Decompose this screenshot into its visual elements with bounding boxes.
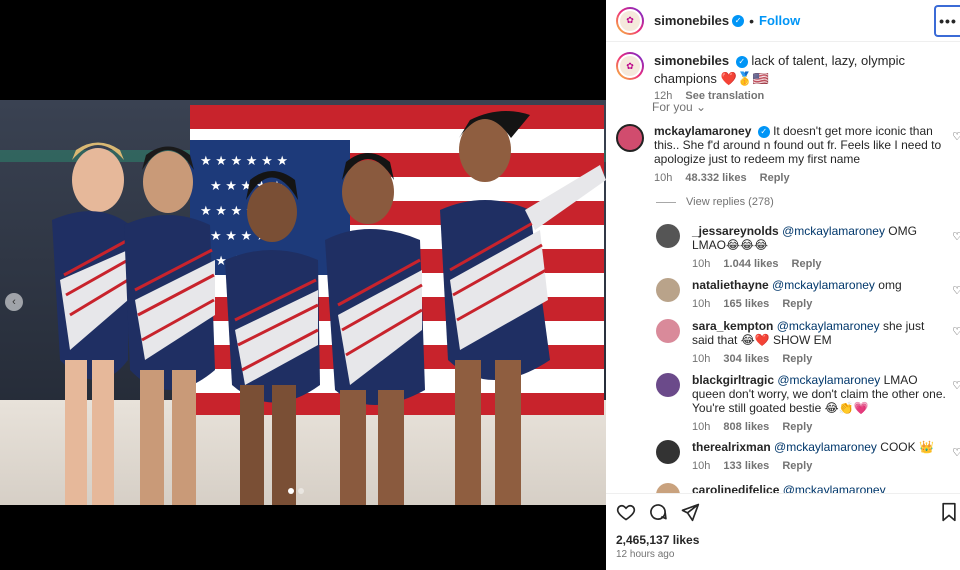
comment: nataliethayne @mckaylamaroney omg 10h 16… bbox=[656, 278, 960, 310]
comment-time: 10h bbox=[692, 353, 711, 365]
comment-meta: 10h 1.044 likes Reply bbox=[692, 258, 956, 270]
post-actions: 2,465,137 likes 12 hours ago bbox=[606, 493, 960, 570]
more-options-icon[interactable]: ••• bbox=[934, 5, 960, 37]
action-icons bbox=[616, 502, 700, 525]
comment: therealrixman @mckaylamaroney COOK 👑 10h… bbox=[656, 440, 960, 472]
comment-text: nataliethayne @mckaylamaroney omg bbox=[692, 278, 946, 292]
verified-icon: ✓ bbox=[732, 14, 745, 27]
comment-time: 10h bbox=[692, 298, 711, 310]
post-side-panel: ✿ simonebiles ✓ • Follow ••• ✿ simonebil… bbox=[606, 0, 960, 570]
comment: mckaylamaroney ✓ It doesn't get more ico… bbox=[616, 124, 960, 184]
for-you-dropdown[interactable]: For you ⌄ bbox=[652, 100, 706, 114]
carousel-dots bbox=[288, 488, 304, 494]
caption-username[interactable]: simonebiles bbox=[654, 53, 729, 68]
comment-time: 10h bbox=[692, 258, 711, 270]
reply-button[interactable]: Reply bbox=[782, 298, 812, 310]
comment-username[interactable]: blackgirltragic bbox=[692, 373, 774, 387]
carousel-dot bbox=[298, 488, 304, 494]
dot-separator: • bbox=[749, 12, 755, 29]
comment-meta: 10h 304 likes Reply bbox=[692, 353, 956, 365]
comment-time: 10h bbox=[692, 421, 711, 433]
comment-meta: 10h 808 likes Reply bbox=[692, 421, 956, 433]
comment-text: therealrixman @mckaylamaroney COOK 👑 bbox=[692, 440, 946, 454]
follow-button[interactable]: Follow bbox=[759, 13, 800, 28]
reply-button[interactable]: Reply bbox=[782, 353, 812, 365]
reply-button[interactable]: Reply bbox=[792, 258, 822, 270]
carousel-dot bbox=[288, 488, 294, 494]
post-header: ✿ simonebiles ✓ • Follow ••• bbox=[606, 0, 960, 42]
comment-mention[interactable]: @mckaylamaroney bbox=[772, 278, 875, 292]
comment-likes[interactable]: 808 likes bbox=[723, 421, 769, 433]
likes-count[interactable]: 2,465,137 likes bbox=[616, 533, 699, 547]
caption-text: simonebiles ✓ lack of talent, lazy, olym… bbox=[654, 52, 956, 88]
bookmark-icon[interactable] bbox=[940, 502, 958, 525]
comment-mention[interactable]: @mckaylamaroney bbox=[782, 224, 885, 238]
team-usa-photo: ★ ★ ★ ★ ★ ★ ★ ★ ★ ★ ★ ★ ★ ★ ★ ★ ★ ★ ★ ★ … bbox=[0, 100, 606, 505]
comment-meta: 10h 165 likes Reply bbox=[692, 298, 956, 310]
comment: sara_kempton @mckaylamaroney she just sa… bbox=[656, 319, 960, 365]
comment-likes[interactable]: 304 likes bbox=[723, 353, 769, 365]
comment-meta: 10h 133 likes Reply bbox=[692, 460, 956, 472]
comment-text: blackgirltragic @mckaylamaroney LMAO que… bbox=[692, 373, 946, 415]
chevron-down-icon: ⌄ bbox=[696, 100, 707, 114]
comment-username[interactable]: _jessareynolds bbox=[692, 224, 779, 238]
comment-likes[interactable]: 48.332 likes bbox=[685, 172, 746, 184]
for-you-label: For you bbox=[652, 100, 693, 114]
heart-icon[interactable]: ♡ bbox=[952, 446, 960, 459]
reply-button[interactable]: Reply bbox=[782, 421, 812, 433]
comment-mention[interactable]: @mckaylamaroney bbox=[774, 440, 877, 454]
comment-text: _jessareynolds @mckaylamaroney OMG LMAO😂… bbox=[692, 224, 946, 252]
comment-time: 10h bbox=[692, 460, 711, 472]
view-replies-button[interactable]: View replies (278) bbox=[656, 196, 774, 208]
comment-body: COOK 👑 bbox=[880, 440, 934, 454]
heart-icon[interactable]: ♡ bbox=[952, 230, 960, 243]
avatar[interactable] bbox=[656, 440, 680, 464]
caption: ✿ simonebiles ✓ lack of talent, lazy, ol… bbox=[616, 52, 956, 102]
reply-button[interactable]: Reply bbox=[782, 460, 812, 472]
comment-time: 10h bbox=[654, 172, 673, 184]
comment: _jessareynolds @mckaylamaroney OMG LMAO😂… bbox=[656, 224, 960, 270]
avatar[interactable] bbox=[656, 319, 680, 343]
svg-text:★ ★ ★ ★ ★ ★: ★ ★ ★ ★ ★ ★ bbox=[200, 153, 288, 168]
post-photo[interactable]: ★ ★ ★ ★ ★ ★ ★ ★ ★ ★ ★ ★ ★ ★ ★ ★ ★ ★ ★ ★ … bbox=[0, 100, 606, 505]
heart-icon[interactable]: ♡ bbox=[952, 284, 960, 297]
comment-likes[interactable]: 133 likes bbox=[723, 460, 769, 472]
comment-mention[interactable]: @mckaylamaroney bbox=[777, 319, 880, 333]
comment-icon[interactable] bbox=[648, 502, 668, 525]
comment-likes[interactable]: 1.044 likes bbox=[723, 258, 778, 270]
post-timestamp: 12 hours ago bbox=[616, 549, 675, 560]
chevron-left-icon[interactable]: ‹ bbox=[5, 293, 23, 311]
share-icon[interactable] bbox=[680, 502, 700, 525]
view-replies-label: View replies (278) bbox=[686, 196, 774, 208]
avatar[interactable] bbox=[656, 278, 680, 302]
avatar[interactable] bbox=[616, 124, 644, 152]
comment-meta: 10h 48.332 likes Reply bbox=[654, 172, 956, 184]
avatar[interactable] bbox=[656, 373, 680, 397]
comment: blackgirltragic @mckaylamaroney LMAO que… bbox=[656, 373, 960, 433]
comment-username[interactable]: sara_kempton bbox=[692, 319, 773, 333]
heart-icon[interactable]: ♡ bbox=[952, 379, 960, 392]
comment-username[interactable]: mckaylamaroney bbox=[654, 124, 751, 138]
avatar[interactable]: ✿ bbox=[616, 6, 644, 35]
heart-icon[interactable]: ♡ bbox=[952, 325, 960, 338]
verified-icon: ✓ bbox=[757, 125, 770, 138]
comment-likes[interactable]: 165 likes bbox=[723, 298, 769, 310]
heart-icon[interactable]: ♡ bbox=[952, 130, 960, 143]
reply-button[interactable]: Reply bbox=[760, 172, 790, 184]
comment-body: omg bbox=[878, 278, 902, 292]
verified-icon: ✓ bbox=[735, 55, 748, 68]
post-media: ★ ★ ★ ★ ★ ★ ★ ★ ★ ★ ★ ★ ★ ★ ★ ★ ★ ★ ★ ★ … bbox=[0, 0, 606, 570]
heart-icon[interactable] bbox=[616, 502, 636, 525]
comment-text: mckaylamaroney ✓ It doesn't get more ico… bbox=[654, 124, 946, 166]
comment-username[interactable]: therealrixman bbox=[692, 440, 771, 454]
header-username[interactable]: simonebiles bbox=[654, 13, 729, 28]
comment-mention[interactable]: @mckaylamaroney bbox=[777, 373, 880, 387]
avatar[interactable]: ✿ bbox=[616, 52, 644, 80]
divider bbox=[656, 201, 676, 203]
avatar[interactable] bbox=[656, 224, 680, 248]
comment-username[interactable]: nataliethayne bbox=[692, 278, 769, 292]
comment-text: sara_kempton @mckaylamaroney she just sa… bbox=[692, 319, 946, 347]
